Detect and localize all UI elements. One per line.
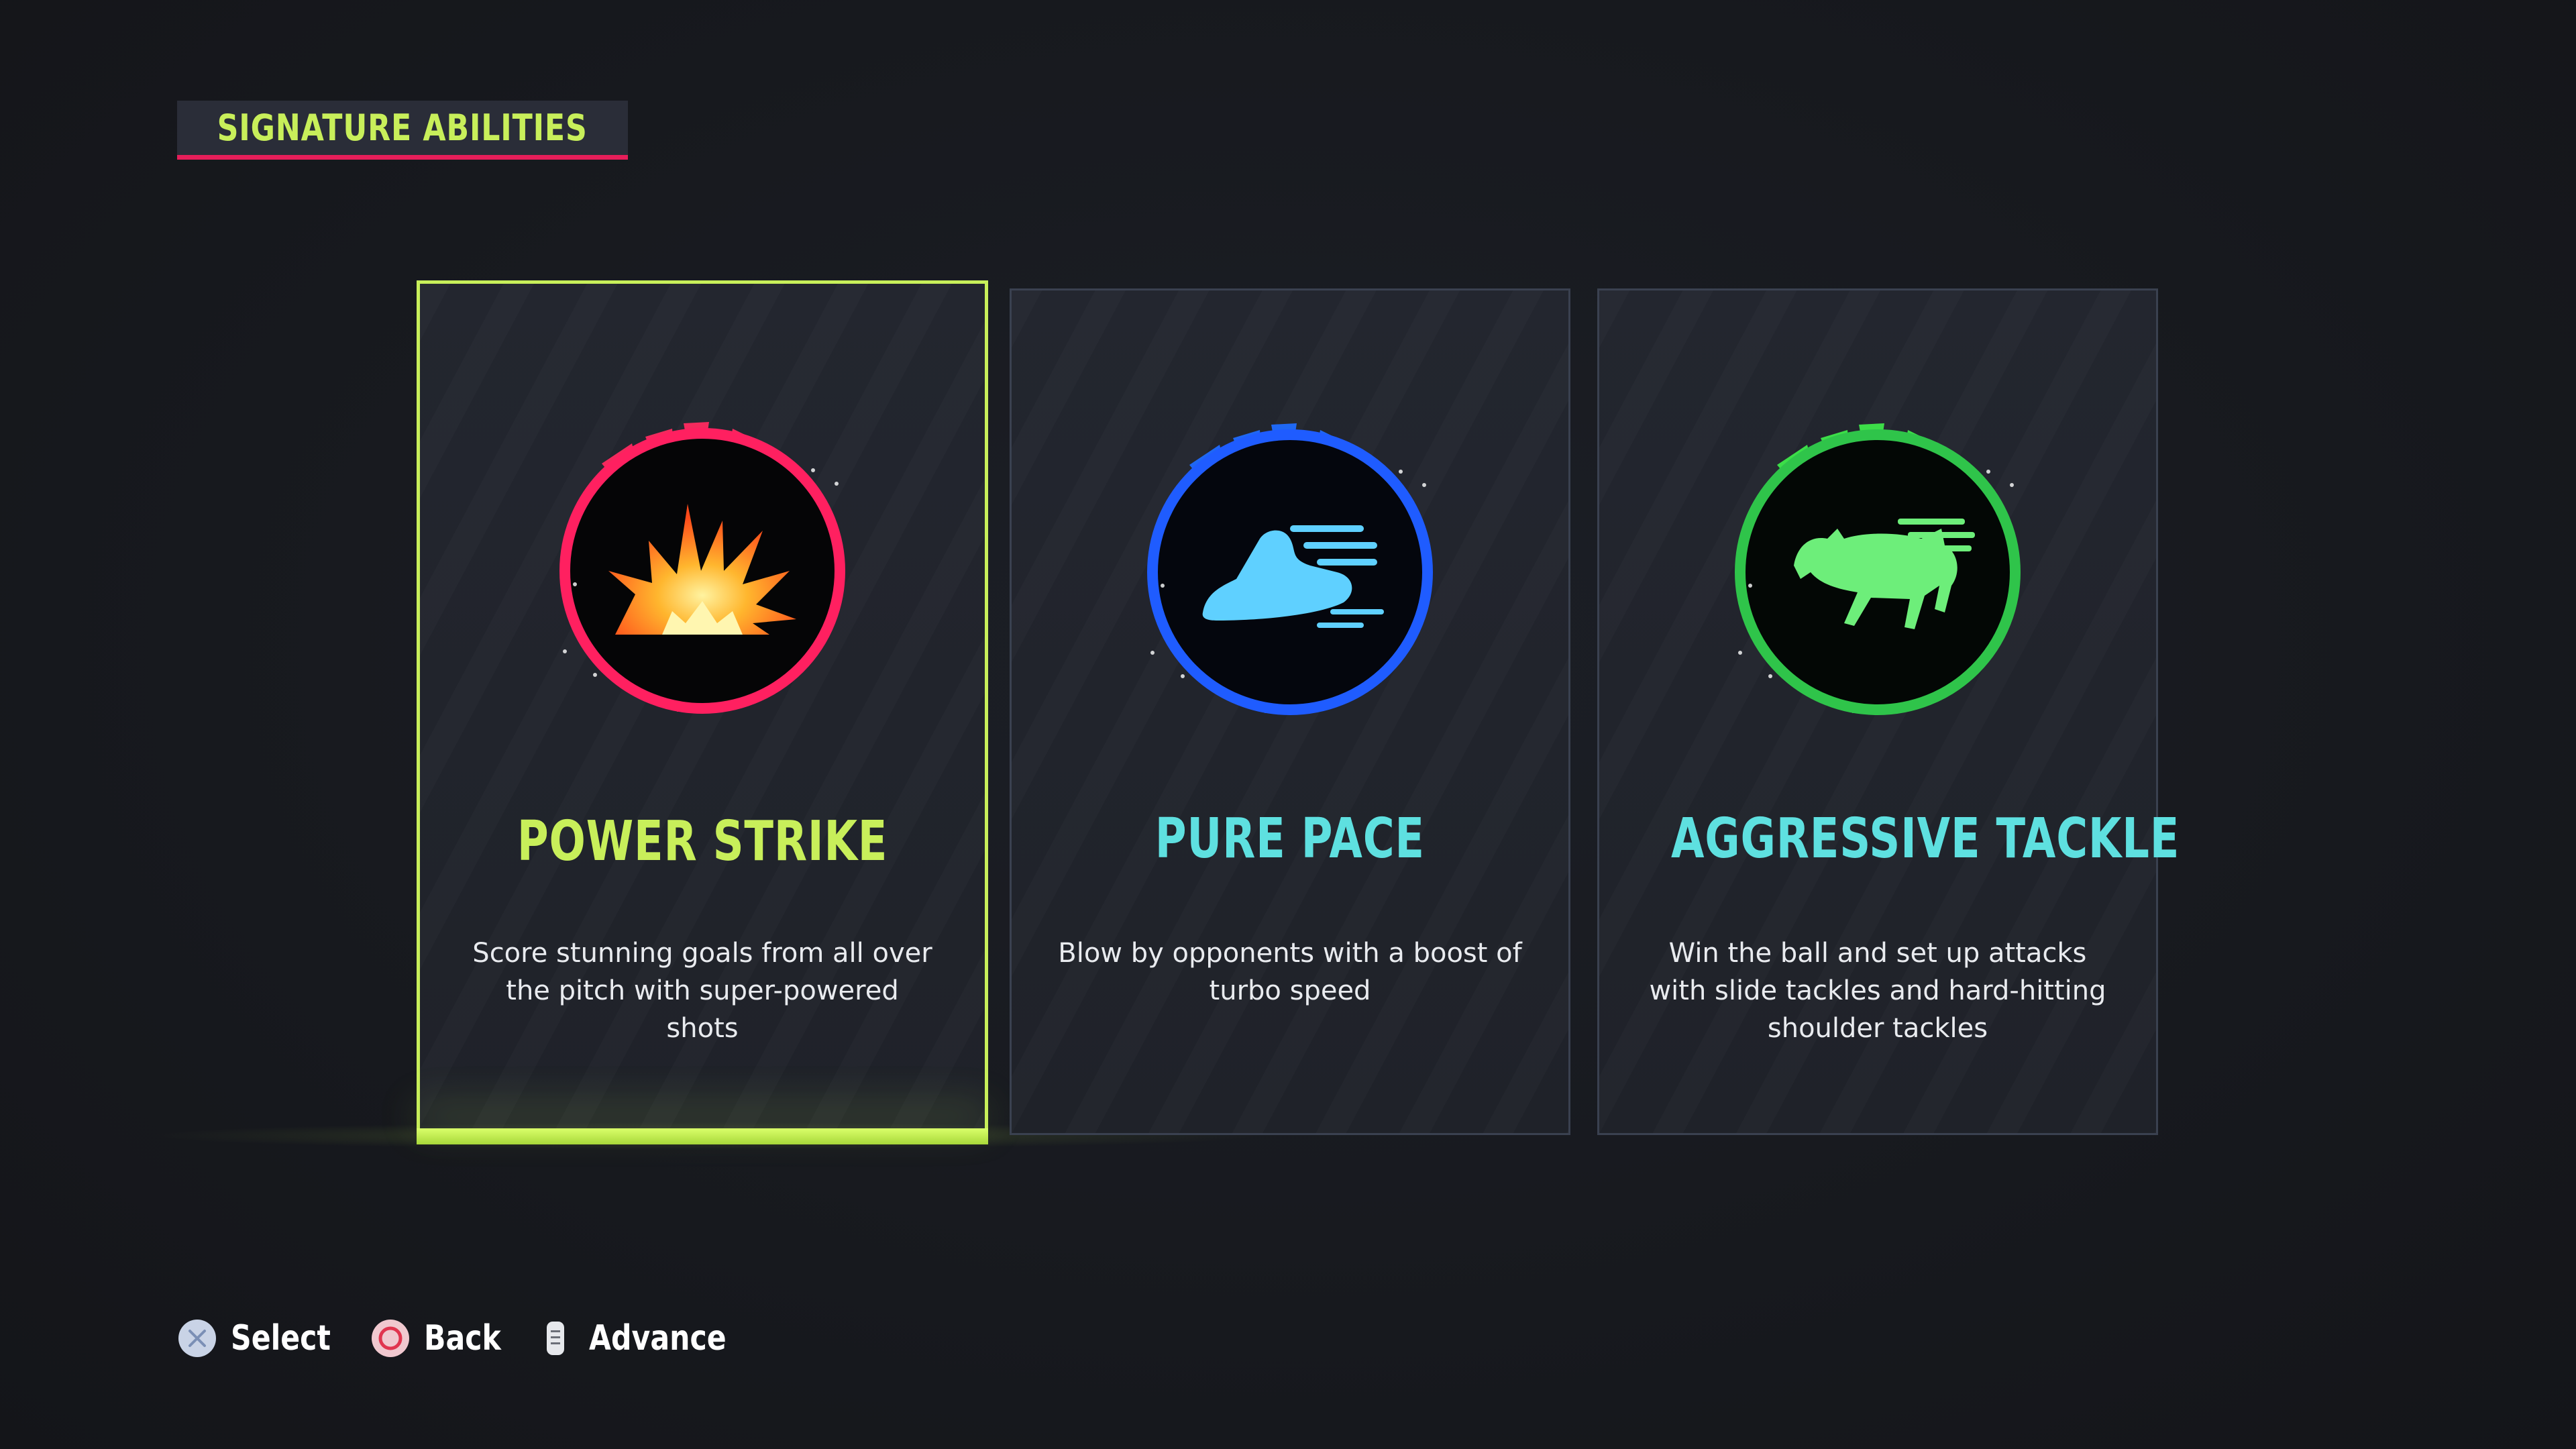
- signature-abilities-screen: SIGNATURE ABILITIES POWER STRIKE Score s…: [0, 0, 2576, 1449]
- advance-prompt[interactable]: Advance: [535, 1318, 745, 1358]
- bull-icon: [1735, 423, 2021, 715]
- touchpad-button-icon: [546, 1322, 564, 1355]
- advance-label: Advance: [588, 1318, 727, 1358]
- ability-title: POWER STRIKE: [517, 810, 888, 873]
- section-header: SIGNATURE ABILITIES: [177, 101, 628, 160]
- back-label: Back: [423, 1318, 501, 1358]
- ability-card-pure-pace[interactable]: PURE PACE Blow by opponents with a boost…: [1010, 288, 1570, 1135]
- explosion-icon: [559, 422, 845, 714]
- section-title: SIGNATURE ABILITIES: [217, 107, 588, 149]
- select-prompt[interactable]: Select: [177, 1318, 341, 1358]
- back-prompt[interactable]: Back: [370, 1318, 506, 1358]
- shoe-icon: [1147, 423, 1433, 715]
- ability-card-aggressive-tackle[interactable]: AGGRESSIVE TACKLE Win the ball and set u…: [1597, 288, 2180, 1135]
- ability-title: PURE PACE: [1155, 807, 1426, 871]
- circle-button-icon: [371, 1320, 409, 1357]
- button-prompts: Select Back Advance: [177, 1311, 773, 1365]
- select-label: Select: [231, 1318, 331, 1358]
- ability-description: Score stunning goals from all over the p…: [472, 938, 932, 1044]
- cross-button-icon: [178, 1320, 216, 1357]
- ability-card-power-strike[interactable]: POWER STRIKE Score stunning goals from a…: [138, 280, 1267, 1149]
- selection-indicator: [417, 1128, 988, 1144]
- ability-description: Win the ball and set up attacks with sli…: [1649, 938, 2106, 1044]
- ability-title: AGGRESSIVE TACKLE: [1670, 807, 2180, 871]
- ability-description: Blow by opponents with a boost of turbo …: [1058, 938, 1522, 1006]
